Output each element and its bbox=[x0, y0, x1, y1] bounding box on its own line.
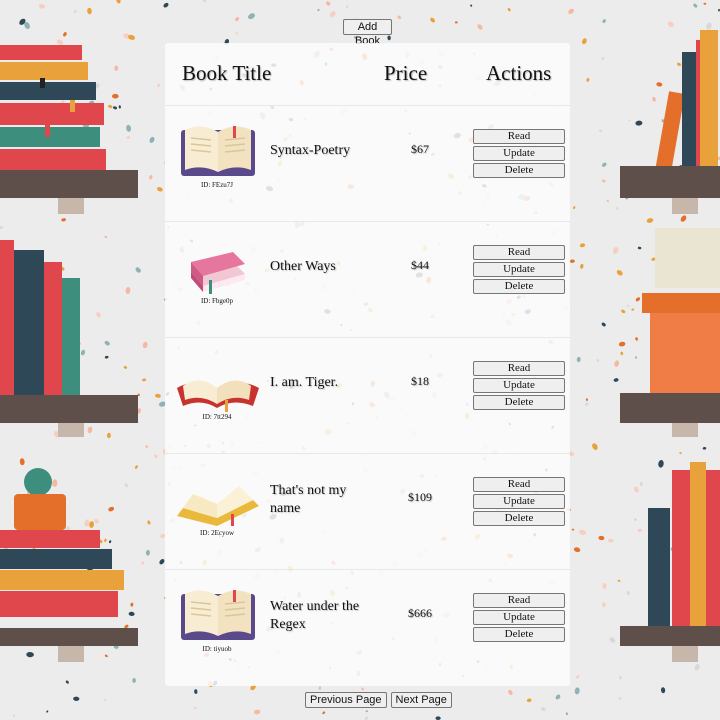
update-button[interactable]: Update bbox=[473, 610, 565, 625]
upright-books-illustration bbox=[0, 240, 80, 398]
book-title: Other Ways bbox=[270, 259, 336, 274]
previous-page-button[interactable]: Previous Page bbox=[305, 692, 387, 708]
column-header-actions: Actions bbox=[486, 61, 552, 85]
row-actions: Read Update Delete bbox=[473, 245, 565, 296]
book-id: ID: 2Ecyow bbox=[199, 529, 235, 537]
book-price: $44 bbox=[411, 258, 429, 272]
upright-books-illustration bbox=[655, 30, 718, 173]
shelf bbox=[0, 395, 138, 423]
book-price: $666 bbox=[408, 606, 432, 620]
book-id: ID: 7tt294 bbox=[202, 413, 232, 421]
book-title: I. am. Tiger. bbox=[270, 375, 339, 390]
book-title: That's not my name bbox=[270, 483, 347, 516]
book-price: $67 bbox=[411, 142, 429, 156]
read-button[interactable]: Read bbox=[473, 361, 565, 376]
book-stack-illustration bbox=[0, 45, 106, 171]
delete-button[interactable]: Delete bbox=[473, 395, 565, 410]
add-book-button[interactable]: Add Book bbox=[343, 19, 392, 47]
book-title: Water under the Regex bbox=[270, 599, 360, 632]
table-row: ID: FEzu7J Syntax-Poetry $67 Read Update Dele… bbox=[165, 105, 570, 221]
table-row: ID: Fbge0p Other Ways $44 Read Update Delete bbox=[165, 221, 570, 337]
shelf bbox=[0, 170, 138, 198]
open-red-book-icon bbox=[173, 348, 263, 420]
shelf bbox=[620, 393, 720, 423]
open-yellow-book-icon bbox=[173, 464, 263, 536]
read-button[interactable]: Read bbox=[473, 593, 565, 608]
update-button[interactable]: Update bbox=[473, 262, 565, 277]
shelf bbox=[0, 628, 138, 646]
book-id: ID: Fbge0p bbox=[200, 297, 234, 305]
delete-button[interactable]: Delete bbox=[473, 627, 565, 642]
open-book-icon bbox=[173, 580, 263, 652]
column-header-title: Book Title bbox=[182, 61, 272, 85]
read-button[interactable]: Read bbox=[473, 477, 565, 492]
delete-button[interactable]: Delete bbox=[473, 163, 565, 178]
upright-books-illustration bbox=[648, 462, 720, 628]
delete-button[interactable]: Delete bbox=[473, 279, 565, 294]
delete-button[interactable]: Delete bbox=[473, 511, 565, 526]
book-price: $109 bbox=[408, 490, 432, 504]
book-id: ID: tiyuob bbox=[202, 645, 232, 653]
shelf bbox=[620, 166, 720, 198]
pagination: Previous Page Next Page bbox=[305, 692, 452, 708]
shelf bbox=[620, 626, 720, 646]
row-actions: Read Update Delete bbox=[473, 129, 565, 180]
table-row: ID: tiyuob Water under the Regex $666 Read U… bbox=[165, 569, 570, 685]
read-button[interactable]: Read bbox=[473, 129, 565, 144]
open-book-icon bbox=[173, 116, 263, 188]
row-actions: Read Update Delete bbox=[473, 477, 565, 528]
closed-pink-book-icon bbox=[173, 232, 263, 304]
row-actions: Read Update Delete bbox=[473, 593, 565, 644]
table-row: ID: 2Ecyow That's not my name $109 Read Upda… bbox=[165, 453, 570, 569]
column-header-price: Price bbox=[384, 61, 428, 85]
plant-and-books-illustration bbox=[0, 468, 124, 617]
update-button[interactable]: Update bbox=[473, 378, 565, 393]
update-button[interactable]: Update bbox=[473, 494, 565, 509]
row-actions: Read Update Delete bbox=[473, 361, 565, 412]
table-row: ID: 7tt294 I. am. Tiger. $18 Read Update Dele… bbox=[165, 337, 570, 453]
book-id: ID: FEzu7J bbox=[200, 181, 234, 189]
books-table: Book Title Price Actions ID: FEzu7J Synta… bbox=[165, 43, 570, 686]
storage-box-illustration bbox=[642, 228, 720, 395]
update-button[interactable]: Update bbox=[473, 146, 565, 161]
next-page-button[interactable]: Next Page bbox=[390, 692, 452, 708]
book-title: Syntax-Poetry bbox=[270, 143, 351, 158]
book-price: $18 bbox=[411, 374, 429, 388]
read-button[interactable]: Read bbox=[473, 245, 565, 260]
